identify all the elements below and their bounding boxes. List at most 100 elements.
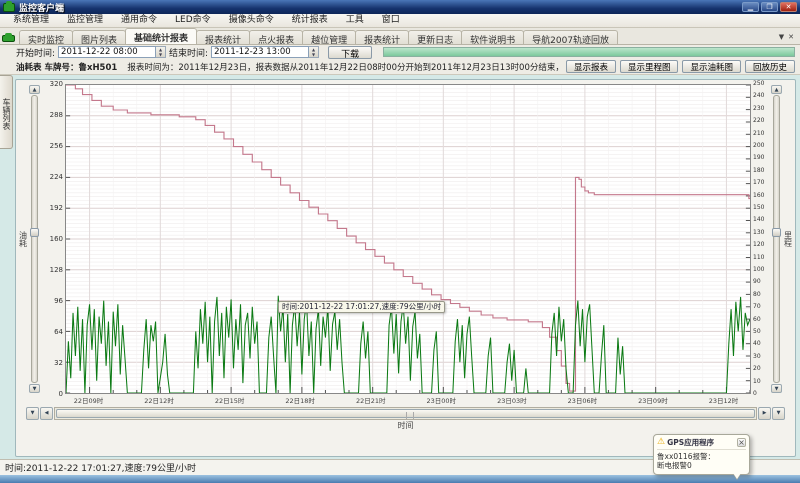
right-axis-title: 里程 — [783, 84, 793, 394]
show-fuel-chart-button[interactable]: 显示油耗图 — [682, 60, 741, 73]
x-axis-tick-label: 23日00时 — [426, 395, 456, 405]
right-axis-tick-label: 180 — [753, 168, 764, 174]
left-axis-tick-label: 64 — [54, 329, 63, 336]
menu-item-0[interactable]: 系统管理 — [4, 14, 58, 27]
close-button[interactable]: ✕ — [780, 2, 797, 12]
tab-9[interactable]: 导航2007轨迹回放 — [523, 30, 618, 44]
right-axis-tick-label: 170 — [753, 180, 764, 186]
menu-item-6[interactable]: 工具 — [337, 14, 373, 27]
show-mileage-chart-button[interactable]: 显示里程图 — [620, 60, 679, 73]
notification-popup: ⚠ GPS应用程序 × 鲁xx0116报警： 断电报警0 — [653, 434, 750, 475]
right-axis-tick-label: 240 — [753, 93, 764, 99]
minimize-button[interactable]: ▁ — [742, 2, 759, 12]
title-bar: 监控客户端 ▁ ❐ ✕ — [0, 0, 800, 14]
tab-8[interactable]: 软件说明书 — [461, 30, 524, 44]
x-axis-labels: 22日09时22日12时22日15时22日18时22日21时23日00时23日0… — [65, 395, 747, 405]
end-time-label: 结束时间: — [169, 46, 208, 59]
download-progress-bar — [383, 47, 795, 57]
end-time-spinner[interactable]: ▲▼ — [309, 46, 319, 58]
end-time-input[interactable] — [211, 46, 309, 58]
tab-2[interactable]: 基础统计报表 — [125, 28, 197, 44]
x-axis-tick-label: 23日12时 — [709, 395, 739, 405]
left-slider-thumb[interactable] — [30, 228, 39, 237]
show-report-button[interactable]: 显示报表 — [566, 60, 616, 73]
left-axis-tick-label: 224 — [50, 174, 63, 181]
vehicle-panel-toggle-icon[interactable] — [2, 30, 16, 42]
scrollbar-track[interactable] — [54, 407, 757, 420]
tab-scroll-dropdown-icon[interactable]: ▼ — [779, 33, 784, 41]
playback-history-button[interactable]: 回放历史 — [745, 60, 795, 73]
tab-1[interactable]: 图片列表 — [72, 30, 126, 44]
tab-6[interactable]: 报表统计 — [355, 30, 409, 44]
report-info-row: 油耗表 车牌号：鲁xH501报表时间为：2011年12月23日，报表数据从201… — [0, 59, 800, 75]
menu-item-5[interactable]: 统计报表 — [283, 14, 337, 27]
right-slider-track[interactable] — [773, 95, 780, 383]
scrollbar-right-dropdown-icon[interactable]: ▼ — [772, 407, 785, 420]
scrollbar-thumb[interactable] — [56, 409, 755, 418]
menu-item-2[interactable]: 通用命令 — [112, 14, 166, 27]
left-axis-title: 油耗 — [18, 84, 28, 394]
right-axis-tick-label: 200 — [753, 143, 764, 149]
right-axis-tick-label: 130 — [753, 230, 764, 236]
menu-item-7[interactable]: 窗口 — [373, 14, 409, 27]
left-slider-down-icon[interactable]: ▼ — [29, 384, 40, 393]
left-slider-up-icon[interactable]: ▲ — [29, 85, 40, 94]
right-axis-tick-label: 120 — [753, 242, 764, 248]
right-axis-tick-label: 250 — [753, 81, 764, 87]
tab-4[interactable]: 点火报表 — [249, 30, 303, 44]
right-axis-tick-label: 30 — [753, 354, 761, 360]
notification-body: 鲁xx0116报警： 断电报警0 — [657, 450, 746, 470]
right-axis-labels: 2502402302202102001901801701601501401301… — [751, 84, 770, 394]
window-controls: ▁ ❐ ✕ — [742, 2, 797, 12]
right-axis-tick-label: 190 — [753, 155, 764, 161]
tab-5[interactable]: 越位管理 — [302, 30, 356, 44]
start-time-input[interactable] — [58, 46, 156, 58]
warning-icon: ⚠ — [657, 438, 665, 447]
left-axis-tick-label: 32 — [54, 360, 63, 367]
scrollbar-left-arrow-icon[interactable]: ◀ — [40, 407, 53, 420]
left-axis-tick-label: 288 — [50, 112, 63, 119]
left-axis-labels: 3202882562241921601289664320 — [41, 84, 65, 394]
scrollbar-right-arrow-icon[interactable]: ▶ — [758, 407, 771, 420]
left-axis-tick-label: 192 — [50, 205, 63, 212]
notification-title: GPS应用程序 — [667, 437, 735, 448]
tab-bar: 实时监控图片列表基础统计报表报表统计点火报表越位管理报表统计更新日志软件说明书导… — [0, 28, 800, 45]
scrollbar-left-dropdown-icon[interactable]: ▼ — [26, 407, 39, 420]
right-axis-zoom-slider: ▲ ▼ — [770, 84, 783, 394]
tab-3[interactable]: 报表统计 — [196, 30, 250, 44]
right-axis-tick-label: 10 — [753, 379, 761, 385]
right-axis-tick-label: 60 — [753, 317, 761, 323]
download-button[interactable]: 下载 — [328, 46, 372, 59]
right-axis-tick-label: 220 — [753, 118, 764, 124]
x-axis-tick-label: 23日03时 — [497, 395, 527, 405]
chart-scrollbar: ▼ ◀ ▶ ▼ — [26, 407, 785, 420]
left-axis-tick-label: 256 — [50, 143, 63, 150]
report-summary-text: 油耗表 车牌号：鲁xH501报表时间为：2011年12月23日，报表数据从201… — [16, 61, 562, 73]
tab-close-icon[interactable]: ✕ — [788, 33, 794, 41]
x-axis-tick-label: 23日06时 — [568, 395, 598, 405]
window-title: 监控客户端 — [19, 1, 742, 14]
notification-line2: 断电报警0 — [657, 461, 746, 470]
start-time-label: 开始时间: — [16, 46, 55, 59]
right-slider-thumb[interactable] — [772, 228, 781, 237]
right-slider-down-icon[interactable]: ▼ — [771, 384, 782, 393]
sidebar-vehicle-list-tab[interactable]: 车辆列表 — [0, 75, 13, 149]
tab-7[interactable]: 更新日志 — [408, 30, 462, 44]
menu-item-3[interactable]: LED命令 — [166, 14, 220, 27]
x-axis-tick-label: 22日21时 — [356, 395, 386, 405]
start-time-spinner[interactable]: ▲▼ — [156, 46, 166, 58]
right-slider-up-icon[interactable]: ▲ — [771, 85, 782, 94]
menu-item-1[interactable]: 监控管理 — [58, 14, 112, 27]
menu-item-4[interactable]: 摄像头命令 — [220, 14, 283, 27]
chart-panel: 油耗 ▲ ▼ 3202882562241921601289664320 时间:2… — [15, 79, 796, 457]
chart-tooltip-text: 时间:2011-12-22 17:01:27,速度:79公里/小时 — [282, 302, 441, 311]
notification-close-icon[interactable]: × — [737, 438, 746, 447]
x-axis-tick-label: 22日18时 — [285, 395, 315, 405]
left-slider-track[interactable] — [31, 95, 38, 383]
maximize-button[interactable]: ❐ — [761, 2, 778, 12]
tab-strip: 实时监控图片列表基础统计报表报表统计点火报表越位管理报表统计更新日志软件说明书导… — [19, 28, 775, 44]
right-axis-tick-label: 150 — [753, 205, 764, 211]
right-axis-tick-label: 230 — [753, 106, 764, 112]
tab-0[interactable]: 实时监控 — [19, 30, 73, 44]
plot-area[interactable]: 时间:2011-12-22 17:01:27,速度:79公里/小时 — [65, 84, 751, 394]
